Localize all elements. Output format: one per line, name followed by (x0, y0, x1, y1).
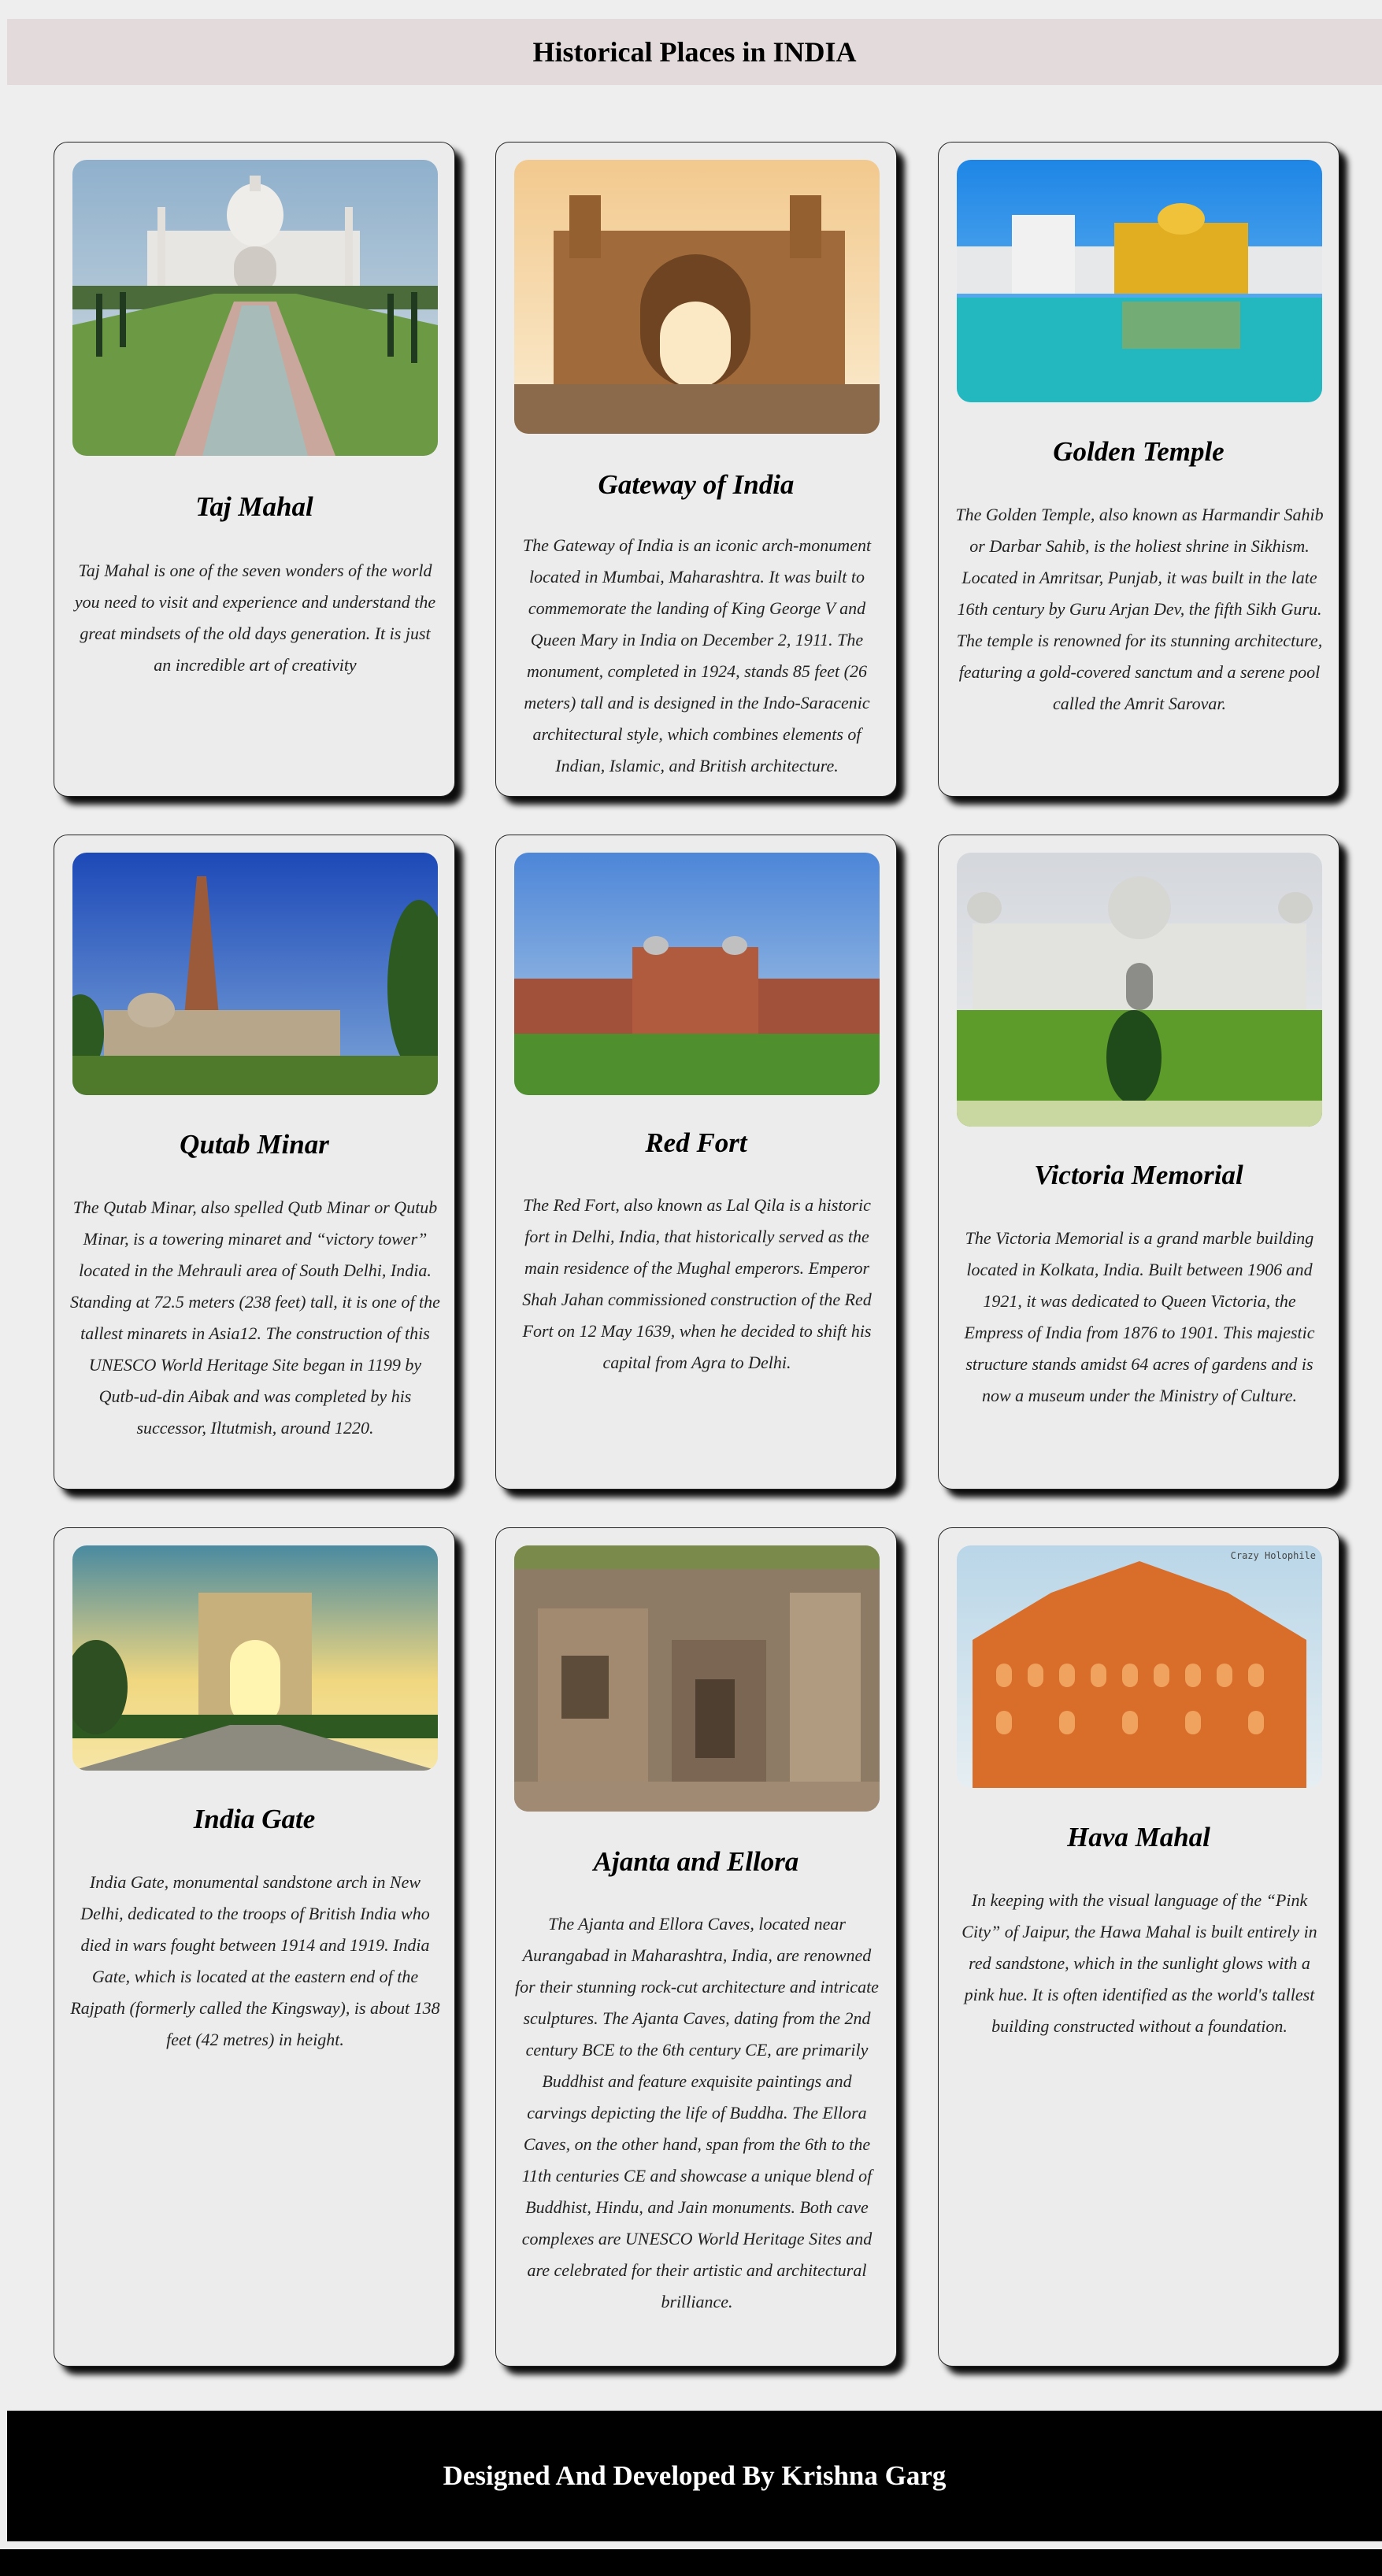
gateway-of-india-image (514, 160, 880, 434)
victoria-memorial-image (957, 853, 1322, 1127)
ajanta-ellora-image (514, 1545, 880, 1812)
qutab-minar-image (72, 853, 438, 1095)
card-description: The Gateway of India is an iconic arch-m… (522, 535, 872, 775)
golden-temple-image (957, 160, 1322, 402)
card-taj-mahal: Taj Mahal Taj Mahal is one of the seven … (54, 142, 455, 797)
card-title: Gateway of India (598, 469, 795, 500)
footer-bottom-bar (0, 2549, 1382, 2576)
card-title: India Gate (193, 1804, 316, 1834)
page-footer: Designed And Developed By Krishna Garg (7, 2411, 1382, 2541)
card-qutab-minar: Qutab Minar The Qutab Minar, also spelle… (54, 835, 455, 1490)
card-golden-temple: Golden Temple The Golden Temple, also kn… (938, 142, 1339, 797)
page-header: Historical Places in INDIA (7, 19, 1382, 85)
card-description: Taj Mahal is one of the seven wonders of… (74, 561, 436, 675)
card-description: The Ajanta and Ellora Caves, located nea… (515, 1914, 879, 2311)
india-gate-image (72, 1545, 438, 1771)
card-title: Victoria Memorial (1034, 1160, 1243, 1190)
hawa-mahal-image: Crazy Holophile (957, 1545, 1322, 1788)
card-red-fort: Red Fort The Red Fort, also known as Lal… (495, 835, 897, 1490)
card-description: The Golden Temple, also known as Harmand… (955, 505, 1324, 713)
card-description: The Victoria Memorial is a grand marble … (964, 1228, 1315, 1405)
red-fort-image (514, 853, 880, 1095)
card-description: In keeping with the visual language of t… (961, 1890, 1317, 2036)
taj-mahal-image (72, 160, 438, 456)
page-title: Historical Places in INDIA (532, 36, 857, 68)
card-victoria-memorial: Victoria Memorial The Victoria Memorial … (938, 835, 1339, 1490)
card-description: India Gate, monumental sandstone arch in… (70, 1872, 440, 2049)
card-description: The Qutab Minar, also spelled Qutb Minar… (70, 1197, 440, 1438)
image-watermark: Crazy Holophile (1230, 1550, 1316, 1561)
card-title: Qutab Minar (180, 1129, 329, 1160)
card-title: Red Fort (645, 1127, 747, 1158)
card-description: The Red Fort, also known as Lal Qila is … (522, 1195, 872, 1372)
card-india-gate: India Gate India Gate, monumental sandst… (54, 1527, 455, 2367)
card-gateway-of-india: Gateway of India The Gateway of India is… (495, 142, 897, 797)
card-title: Ajanta and Ellora (593, 1846, 799, 1877)
footer-credit: Designed And Developed By Krishna Garg (443, 2460, 947, 2491)
card-hava-mahal: Crazy Holophile Hava Mahal In keeping wi… (938, 1527, 1339, 2367)
card-title: Taj Mahal (195, 491, 313, 522)
card-title: Golden Temple (1053, 436, 1225, 467)
card-title: Hava Mahal (1067, 1822, 1210, 1852)
card-ajanta-ellora: Ajanta and Ellora The Ajanta and Ellora … (495, 1527, 897, 2367)
